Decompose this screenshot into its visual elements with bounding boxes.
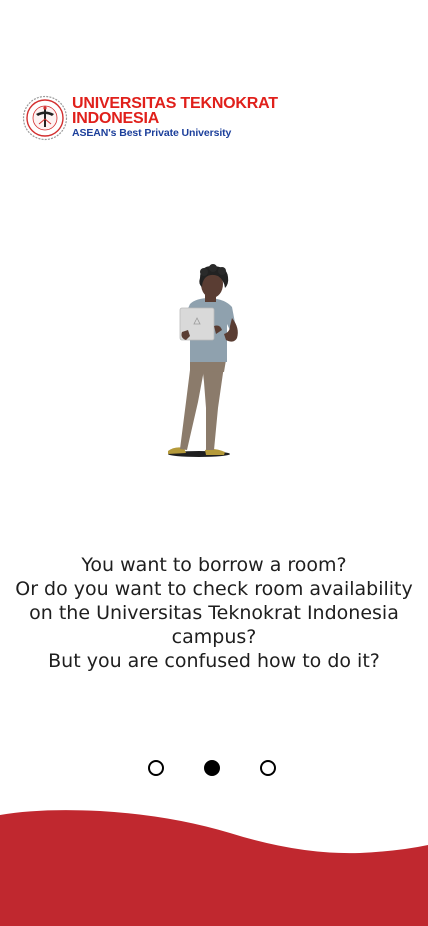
bottom-wave-decoration xyxy=(0,810,428,926)
page-dot-1[interactable] xyxy=(148,760,164,776)
onboarding-line: You want to borrow a room? xyxy=(81,554,347,576)
page-dot-2-active[interactable] xyxy=(204,760,220,776)
onboarding-line: campus? xyxy=(171,626,257,648)
onboarding-message: You want to borrow a room? Or do you wan… xyxy=(0,553,428,673)
logo-tagline: ASEAN's Best Private University xyxy=(72,127,232,139)
person-with-laptop-illustration xyxy=(168,264,238,457)
onboarding-line: Or do you want to check room availabilit… xyxy=(15,578,413,600)
page-indicator xyxy=(0,760,428,780)
onboarding-line: But you are confused how to do it? xyxy=(48,650,380,672)
university-logo: UNIVERSITAS TEKNOKRAT INDONESIA ASEAN's … xyxy=(22,94,278,144)
university-seal-icon xyxy=(22,95,68,141)
logo-title-line2: INDONESIA xyxy=(72,110,160,127)
onboarding-line: on the Universitas Teknokrat Indonesia xyxy=(29,602,399,624)
page-dot-3[interactable] xyxy=(260,760,276,776)
